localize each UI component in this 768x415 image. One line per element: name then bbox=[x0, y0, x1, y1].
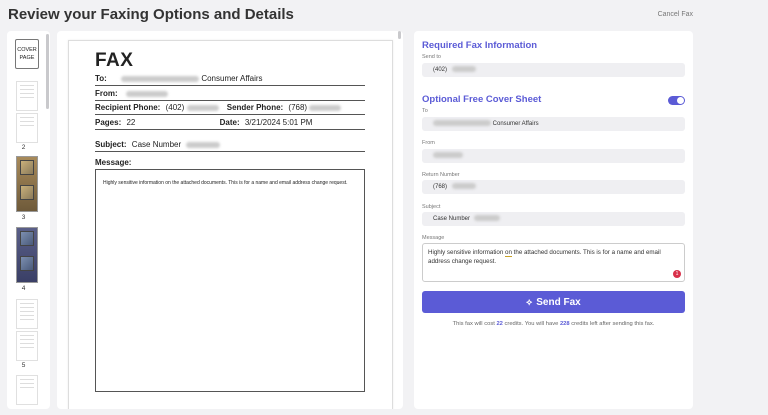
subject-row: Subject: Case Number bbox=[95, 140, 365, 152]
page-title: Review your Faxing Options and Details bbox=[8, 6, 294, 23]
thumbnail-page-5b[interactable] bbox=[16, 331, 38, 361]
cover-page-preview: FAX To: Consumer Affairs From: Recipient… bbox=[57, 31, 403, 409]
thumbnail-page-1[interactable] bbox=[16, 81, 38, 111]
message-label: Message: bbox=[95, 158, 132, 167]
thumbnail-page-number: 5 bbox=[21, 362, 26, 369]
redacted-text bbox=[451, 66, 476, 73]
redacted-text bbox=[433, 120, 491, 127]
required-info-title: Required Fax Information bbox=[422, 40, 538, 51]
to-row: To: Consumer Affairs bbox=[95, 74, 365, 86]
redacted-text bbox=[451, 183, 476, 190]
thumbnail-page-4[interactable] bbox=[16, 227, 38, 283]
thumbnail-page-6[interactable] bbox=[16, 375, 38, 405]
toggle-knob bbox=[677, 97, 684, 104]
subject-field[interactable]: Case Number bbox=[422, 212, 685, 226]
send-fax-button[interactable]: ⟡ Send Fax bbox=[422, 291, 685, 313]
fax-cover-sheet: FAX To: Consumer Affairs From: Recipient… bbox=[68, 40, 393, 409]
thumbnail-page-5a[interactable] bbox=[16, 299, 38, 329]
thumbnail-page-number: 3 bbox=[21, 214, 26, 221]
send-diamond-icon: ⟡ bbox=[526, 297, 533, 307]
redacted-text bbox=[186, 141, 221, 148]
grammar-badge[interactable]: 1 bbox=[673, 270, 681, 278]
from-field[interactable] bbox=[422, 149, 685, 163]
thumbnail-page-3[interactable] bbox=[16, 156, 38, 212]
send-to-label: Send to bbox=[422, 54, 441, 60]
fax-details-panel: Required Fax Information Send to (402) O… bbox=[414, 31, 693, 409]
page-thumbnail-strip[interactable]: COVER PAGE 2 3 4 5 bbox=[7, 31, 50, 409]
message-box: Highly sensitive information on the atta… bbox=[95, 169, 365, 392]
thumbnail-page-number: 2 bbox=[21, 144, 26, 151]
to-field[interactable]: Consumer Affairs bbox=[422, 117, 685, 131]
cover-sheet-title: Optional Free Cover Sheet bbox=[422, 94, 542, 105]
thumbnail-cover-page[interactable]: COVER PAGE bbox=[15, 39, 39, 69]
credit-cost-note: This fax will cost 22 credits. You will … bbox=[452, 321, 655, 327]
cover-sheet-toggle[interactable] bbox=[668, 96, 685, 105]
return-number-label: Return Number bbox=[422, 172, 460, 178]
return-number-field[interactable]: (768) bbox=[422, 180, 685, 194]
thumbnail-page-1b[interactable] bbox=[16, 113, 38, 143]
preview-scrollbar[interactable] bbox=[398, 31, 401, 39]
spellcheck-underline: on bbox=[505, 249, 512, 257]
message-textarea[interactable]: Highly sensitive information on the atta… bbox=[422, 243, 685, 282]
thumbnail-scrollbar[interactable] bbox=[46, 34, 49, 109]
from-label: From bbox=[422, 140, 435, 146]
message-label: Message bbox=[422, 235, 445, 241]
pages-date-row: Pages: 22 Date: 3/21/2024 5:01 PM bbox=[95, 118, 365, 130]
phone-row: Recipient Phone: (402) Sender Phone: (76… bbox=[95, 103, 365, 115]
thumbnail-page-number: 4 bbox=[21, 285, 26, 292]
to-label: To bbox=[422, 108, 428, 114]
fax-heading: FAX bbox=[95, 50, 134, 71]
redacted-text bbox=[121, 75, 200, 82]
redacted-text bbox=[309, 104, 342, 111]
redacted-text bbox=[473, 215, 500, 222]
subject-label: Subject bbox=[422, 204, 441, 210]
from-row: From: bbox=[95, 89, 365, 101]
send-to-field[interactable]: (402) bbox=[422, 63, 685, 77]
cancel-fax-link[interactable]: Cancel Fax bbox=[658, 11, 693, 18]
redacted-text bbox=[125, 90, 168, 97]
redacted-text bbox=[433, 152, 463, 159]
redacted-text bbox=[186, 104, 219, 111]
